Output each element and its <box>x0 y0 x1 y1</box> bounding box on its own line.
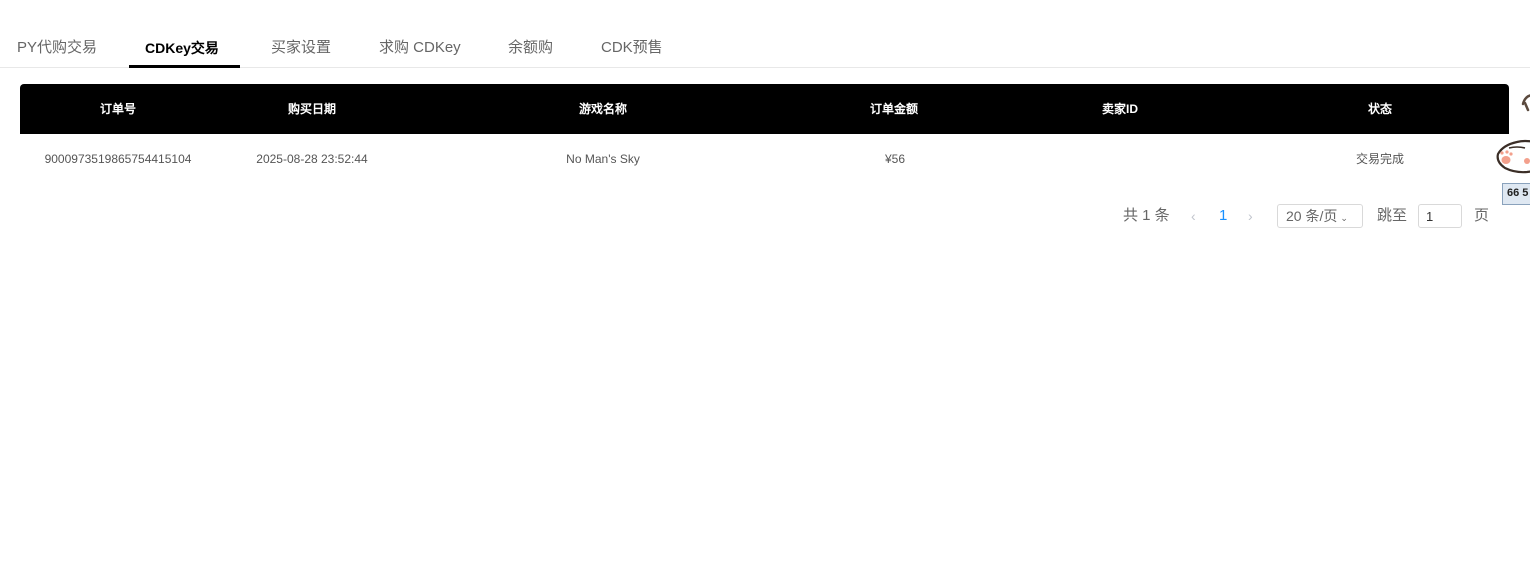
pagination-page-1[interactable]: 1 <box>1219 204 1227 228</box>
column-header-order-id: 订单号 <box>99 102 137 116</box>
tab-balance-purchase[interactable]: 余额购 <box>508 28 553 68</box>
tab-bar: PY代购交易 CDKey交易 买家设置 求购 CDKey 余额购 CDK预售 <box>0 28 1530 68</box>
mascot-badge: 66 5 <box>1502 183 1530 205</box>
page-size-select[interactable]: 20 条/页 ⌄ <box>1277 204 1363 228</box>
cell-game-name: No Man's Sky <box>566 152 640 166</box>
cell-order-id: 9000973519865754415104 <box>44 152 192 166</box>
column-header-game-name: 游戏名称 <box>578 102 628 116</box>
column-header-purchase-date: 购买日期 <box>287 102 337 116</box>
column-header-order-amount: 订单金额 <box>869 102 919 116</box>
table-row[interactable]: 9000973519865754415104 2025-08-28 23:52:… <box>20 134 1509 184</box>
tab-buyer-settings[interactable]: 买家设置 <box>271 28 331 68</box>
tab-cdkey-request[interactable]: 求购 CDKey <box>379 28 461 68</box>
page-unit-label: 页 <box>1474 207 1490 224</box>
chevron-left-icon[interactable]: ‹ <box>1191 204 1196 228</box>
cell-status: 交易完成 <box>1355 152 1405 166</box>
page-size-value: 20 条/页 <box>1286 208 1338 224</box>
chevron-right-icon[interactable]: › <box>1248 204 1253 228</box>
jump-page-input[interactable] <box>1418 204 1462 228</box>
chevron-down-icon: ⌄ <box>1340 213 1348 223</box>
tab-cdkey-trade[interactable]: CDKey交易 <box>145 28 219 68</box>
cell-order-amount: ¥56 <box>884 152 906 166</box>
pagination-total: 共 1 条 <box>1123 207 1170 224</box>
cell-purchase-date: 2025-08-28 23:52:44 <box>256 152 368 166</box>
orders-table: 订单号 购买日期 游戏名称 订单金额 卖家ID 状态 9000973519865… <box>20 84 1509 184</box>
tab-cdk-presale[interactable]: CDK预售 <box>601 28 663 68</box>
jump-label: 跳至 <box>1377 207 1408 224</box>
column-header-status: 状态 <box>1367 102 1393 116</box>
column-header-seller-id: 卖家ID <box>1101 102 1139 116</box>
active-tab-indicator <box>129 65 240 68</box>
tab-py-purchase[interactable]: PY代购交易 <box>17 28 97 68</box>
table-header: 订单号 购买日期 游戏名称 订单金额 卖家ID 状态 <box>20 84 1509 134</box>
